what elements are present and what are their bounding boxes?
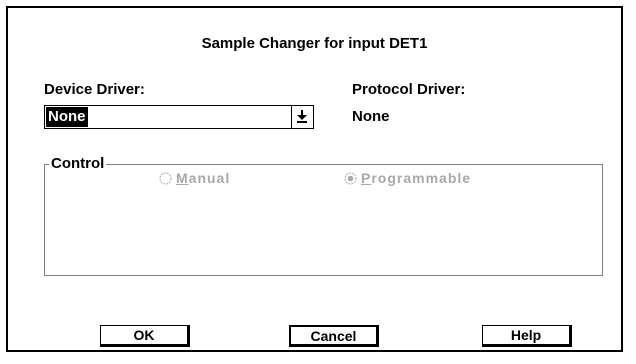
sample-changer-dialog: Sample Changer for input DET1 Device Dri… — [6, 6, 623, 352]
dropdown-button[interactable] — [291, 106, 313, 128]
radio-selected-icon — [344, 172, 357, 184]
control-group-label: Control — [49, 155, 107, 172]
ok-button[interactable]: OK — [100, 325, 190, 347]
programmable-radio-label: Programmable — [361, 170, 472, 186]
device-driver-select[interactable]: None — [44, 105, 314, 129]
protocol-driver-value: None — [352, 108, 390, 125]
control-groupbox: Control Manual Programmable — [44, 155, 603, 276]
down-arrow-icon — [297, 110, 307, 123]
manual-radio[interactable]: Manual — [159, 170, 230, 186]
manual-radio-label: Manual — [176, 170, 231, 186]
device-driver-label: Device Driver: — [44, 81, 145, 98]
help-button[interactable]: Help — [482, 325, 572, 347]
programmable-radio[interactable]: Programmable — [344, 170, 471, 186]
radio-unselected-icon — [159, 172, 172, 184]
protocol-driver-label: Protocol Driver: — [352, 81, 466, 98]
device-driver-value: None — [46, 107, 88, 127]
cancel-button[interactable]: Cancel — [289, 325, 379, 347]
dialog-title: Sample Changer for input DET1 — [201, 35, 428, 52]
